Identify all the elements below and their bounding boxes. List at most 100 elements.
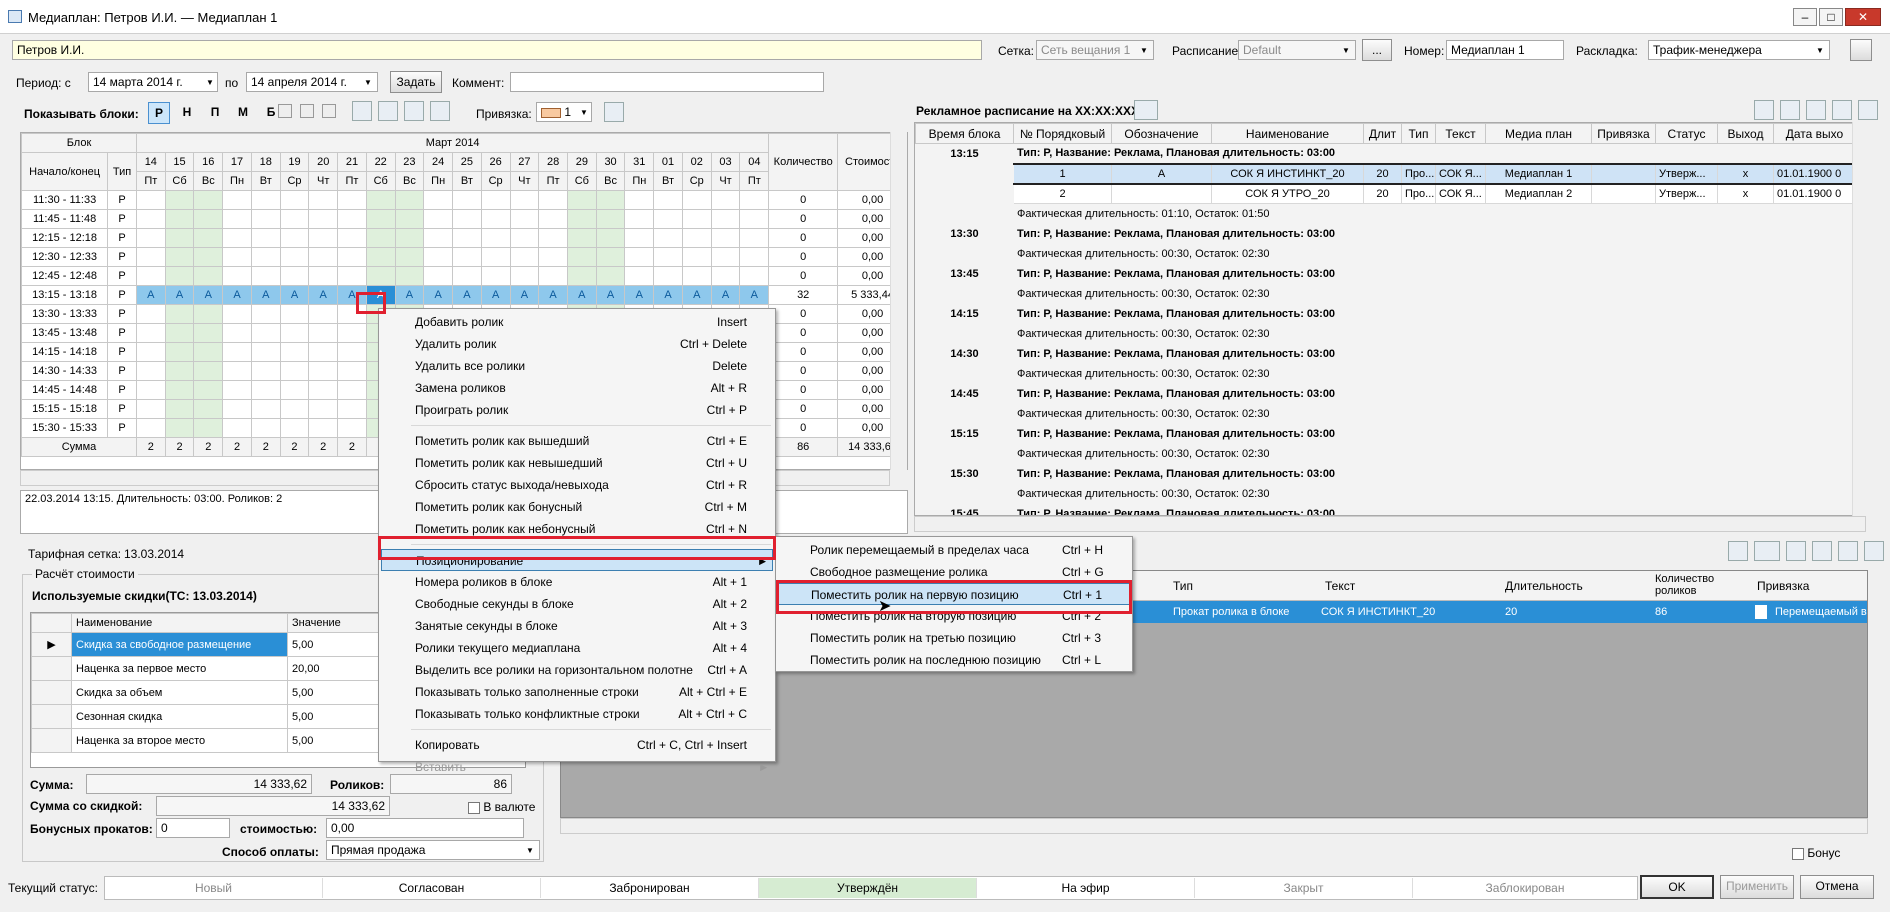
grid-cell[interactable] — [279, 266, 310, 286]
grid-cell[interactable] — [480, 190, 511, 210]
grid-row[interactable]: 11:30 - 11:33 Р 0 0,00 — [21, 190, 907, 210]
grid-cell[interactable] — [135, 361, 166, 381]
schedule-spot-row[interactable]: 1 А СОК Я ИНСТИНКТ_20 20 Про... СОК Я... Медиа… — [915, 162, 1856, 185]
menu-item[interactable]: Показывать только заполненные строки Alt … — [381, 681, 773, 703]
schedule-tool-2-icon[interactable] — [1780, 100, 1800, 120]
grid-cell[interactable] — [337, 228, 367, 248]
spot-tool-5-icon[interactable] — [1838, 541, 1858, 561]
close-button[interactable]: ✕ — [1845, 8, 1881, 26]
block-toggle-r[interactable]: Р — [148, 102, 170, 124]
grid-row[interactable]: 13:15 - 13:18 Р А А А А А А А А А А А А А А А А А А А А А А 32 5 … — [21, 285, 907, 305]
grid-cell[interactable] — [681, 209, 712, 229]
menu-item[interactable]: Ролики текущего медиаплана Alt + 4 — [381, 637, 773, 659]
schedule-col-header[interactable]: Статус — [1655, 123, 1718, 144]
grid-cell[interactable] — [394, 266, 425, 286]
schedule-tool-4-icon[interactable] — [1832, 100, 1852, 120]
schedule-vertical-scrollbar[interactable] — [1852, 122, 1868, 516]
grid-cell[interactable]: А — [423, 285, 454, 305]
grid-cell[interactable] — [365, 247, 396, 267]
grid-cell[interactable] — [279, 361, 310, 381]
grid-cell[interactable] — [193, 228, 224, 248]
schedule-select[interactable]: Default — [1238, 40, 1356, 60]
grid-cell[interactable] — [193, 304, 224, 324]
grid-cell[interactable] — [135, 342, 166, 362]
grid-cell[interactable]: А — [681, 285, 712, 305]
grid-cell[interactable] — [739, 228, 770, 248]
grid-view-icon[interactable] — [278, 104, 292, 118]
menu-item[interactable]: Проиграть ролик Ctrl + P — [381, 399, 773, 421]
grid-cell[interactable] — [653, 266, 683, 286]
layout-settings-button[interactable] — [1850, 39, 1872, 61]
payment-select[interactable]: Прямая продажа — [326, 840, 540, 860]
calendar-icon[interactable] — [1134, 100, 1158, 120]
grid-cell[interactable]: А — [653, 285, 683, 305]
grid-cell[interactable]: А — [710, 285, 741, 305]
grid-cell[interactable] — [308, 361, 339, 381]
grid-row[interactable]: 12:30 - 12:33 Р 0 0,00 — [21, 247, 907, 267]
grid-cell[interactable] — [222, 190, 252, 210]
grid-cell[interactable] — [164, 228, 195, 248]
bonus-cost-field[interactable]: 0,00 — [326, 818, 524, 838]
grid-cell[interactable] — [739, 209, 770, 229]
grid-cell[interactable] — [135, 209, 166, 229]
grid-cell[interactable] — [452, 247, 482, 267]
period-from-field[interactable]: 14 марта 2014 г. — [88, 72, 218, 92]
grid-cell[interactable] — [480, 209, 511, 229]
grid-cell[interactable] — [710, 228, 741, 248]
apply-button[interactable]: Применить — [1720, 875, 1794, 899]
grid-cell[interactable] — [279, 228, 310, 248]
schedule-col-header[interactable]: № Порядковый — [1013, 123, 1112, 144]
grid-cell[interactable] — [624, 209, 655, 229]
grid-cell[interactable] — [452, 209, 482, 229]
grid-row[interactable]: 11:45 - 11:48 Р 0 0,00 — [21, 209, 907, 229]
grid-cell[interactable] — [595, 247, 626, 267]
grid-cell[interactable] — [509, 266, 540, 286]
grid-cell[interactable] — [423, 266, 454, 286]
menu-item[interactable]: Вставить ▶ — [381, 756, 773, 778]
grid-cell[interactable] — [423, 228, 454, 248]
grid-cell[interactable] — [250, 418, 281, 438]
schedule-col-header[interactable]: Медиа план — [1485, 123, 1592, 144]
grid-cell[interactable] — [135, 323, 166, 343]
grid-cell[interactable] — [710, 247, 741, 267]
grid-cell[interactable] — [279, 399, 310, 419]
grid-cell[interactable] — [308, 190, 339, 210]
grid-cell[interactable] — [681, 247, 712, 267]
grid-cell[interactable] — [595, 190, 626, 210]
bonus-checkbox[interactable]: Бонус — [1792, 846, 1840, 860]
schedule-tool-5-icon[interactable] — [1858, 100, 1878, 120]
grid-cell[interactable] — [193, 266, 224, 286]
grid-cell[interactable] — [250, 361, 281, 381]
block-toggle-n[interactable]: Н — [176, 102, 198, 124]
grid-cell[interactable] — [279, 247, 310, 267]
grid-cell[interactable] — [624, 190, 655, 210]
grid-cell[interactable] — [222, 304, 252, 324]
schedule-tool-3-icon[interactable] — [1806, 100, 1826, 120]
schedule-col-header[interactable]: Дата выхо — [1773, 123, 1856, 144]
grid-cell[interactable] — [308, 209, 339, 229]
grid-cell[interactable] — [308, 266, 339, 286]
menu-item[interactable]: Пометить ролик как вышедший Ctrl + E — [381, 430, 773, 452]
grid-cell[interactable] — [681, 266, 712, 286]
grid-cell[interactable] — [452, 266, 482, 286]
grid-cell[interactable] — [135, 304, 166, 324]
grid-cell[interactable] — [308, 323, 339, 343]
grid-cell[interactable] — [164, 323, 195, 343]
grid-cell[interactable] — [193, 209, 224, 229]
binding-settings-icon[interactable] — [604, 102, 624, 122]
audio-icon[interactable] — [322, 104, 336, 118]
schedule-block-row[interactable]: 14:45 Тип: Р, Название: Реклама, Плановая… — [915, 383, 1856, 404]
grid-cell[interactable] — [222, 209, 252, 229]
grid-cell[interactable] — [566, 190, 597, 210]
grid-cell[interactable] — [222, 247, 252, 267]
grid-cell[interactable] — [279, 190, 310, 210]
grid-cell[interactable] — [595, 228, 626, 248]
schedule-block-row[interactable]: 13:30 Тип: Р, Название: Реклама, Плановая… — [915, 223, 1856, 244]
grid-vertical-scrollbar[interactable] — [890, 132, 907, 470]
grid-cell[interactable] — [308, 380, 339, 400]
grid-cell[interactable] — [624, 247, 655, 267]
grid-cell[interactable] — [509, 228, 540, 248]
menu-item[interactable]: Показывать только конфликтные строки Alt … — [381, 703, 773, 725]
grid-cell[interactable] — [135, 247, 166, 267]
menu-item[interactable]: Пометить ролик как бонусный Ctrl + M — [381, 496, 773, 518]
